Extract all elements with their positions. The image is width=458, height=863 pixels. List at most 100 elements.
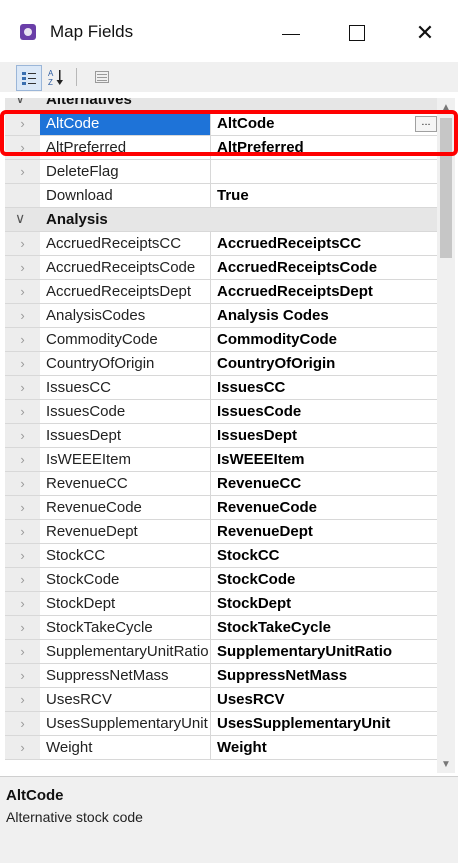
property-row[interactable]: › CommodityCode CommodityCode bbox=[5, 328, 437, 352]
categorized-icon bbox=[22, 72, 36, 85]
property-value[interactable]: SuppressNetMass bbox=[211, 664, 437, 687]
property-row[interactable]: › IsWEEEItem IsWEEEItem bbox=[5, 448, 437, 472]
property-value[interactable]: AltCode ... bbox=[211, 112, 437, 135]
property-value[interactable]: AccruedReceiptsCC bbox=[211, 232, 437, 255]
category-alternatives[interactable]: ∨ Alternatives bbox=[5, 98, 437, 112]
property-row[interactable]: › AccruedReceiptsDept AccruedReceiptsDep… bbox=[5, 280, 437, 304]
property-value[interactable]: AltPreferred bbox=[211, 136, 437, 159]
chevron-right-icon: › bbox=[5, 232, 40, 255]
property-row[interactable]: › StockDept StockDept bbox=[5, 592, 437, 616]
ellipsis-button[interactable]: ... bbox=[415, 116, 437, 132]
property-value[interactable]: AccruedReceiptsDept bbox=[211, 280, 437, 303]
toolbar: A Z bbox=[0, 62, 458, 92]
property-name: StockCode bbox=[40, 568, 211, 591]
chevron-right-icon: › bbox=[5, 616, 40, 639]
property-name: AccruedReceiptsDept bbox=[40, 280, 211, 303]
minimize-button[interactable] bbox=[276, 18, 306, 48]
property-value[interactable]: Analysis Codes bbox=[211, 304, 437, 327]
property-value[interactable]: StockTakeCycle bbox=[211, 616, 437, 639]
property-value[interactable]: RevenueDept bbox=[211, 520, 437, 543]
property-row-altpreferred[interactable]: › AltPreferred AltPreferred bbox=[5, 136, 437, 160]
property-name: AccruedReceiptsCode bbox=[40, 256, 211, 279]
chevron-right-icon: › bbox=[5, 280, 40, 303]
property-value[interactable]: CountryOfOrigin bbox=[211, 352, 437, 375]
property-row[interactable]: › Weight Weight bbox=[5, 736, 437, 760]
property-row[interactable]: › AnalysisCodes Analysis Codes bbox=[5, 304, 437, 328]
property-row-deleteflag[interactable]: › DeleteFlag bbox=[5, 160, 437, 184]
alphabetical-sort-icon: A Z bbox=[48, 69, 63, 86]
vertical-scrollbar[interactable]: ▲ ▼ bbox=[437, 98, 455, 773]
property-value[interactable]: Weight bbox=[211, 736, 437, 759]
property-value-text: AltCode bbox=[217, 115, 275, 132]
property-row[interactable]: › AccruedReceiptsCC AccruedReceiptsCC bbox=[5, 232, 437, 256]
property-pages-icon bbox=[95, 71, 109, 83]
property-value[interactable]: RevenueCode bbox=[211, 496, 437, 519]
property-name: AccruedReceiptsCC bbox=[40, 232, 211, 255]
chevron-right-icon: › bbox=[5, 352, 40, 375]
property-row[interactable]: › RevenueCode RevenueCode bbox=[5, 496, 437, 520]
property-name: AltCode bbox=[40, 112, 211, 135]
property-row[interactable]: › UsesRCV UsesRCV bbox=[5, 688, 437, 712]
property-name: StockTakeCycle bbox=[40, 616, 211, 639]
svg-text:A: A bbox=[48, 69, 54, 78]
property-name: RevenueCC bbox=[40, 472, 211, 495]
property-name: IssuesCode bbox=[40, 400, 211, 423]
categorized-button[interactable] bbox=[16, 65, 42, 91]
maximize-button[interactable] bbox=[342, 18, 372, 48]
property-value[interactable]: RevenueCC bbox=[211, 472, 437, 495]
property-row[interactable]: › IssuesDept IssuesDept bbox=[5, 424, 437, 448]
minimize-icon bbox=[282, 33, 300, 35]
property-pages-button[interactable] bbox=[90, 65, 114, 89]
property-value[interactable]: IssuesDept bbox=[211, 424, 437, 447]
property-value[interactable]: IssuesCC bbox=[211, 376, 437, 399]
window-title: Map Fields bbox=[50, 22, 134, 41]
property-row[interactable]: › AccruedReceiptsCode AccruedReceiptsCod… bbox=[5, 256, 437, 280]
property-value[interactable]: StockCC bbox=[211, 544, 437, 567]
chevron-right-icon: › bbox=[5, 640, 40, 663]
chevron-right-icon: › bbox=[5, 424, 40, 447]
property-value[interactable]: AccruedReceiptsCode bbox=[211, 256, 437, 279]
alphabetical-button[interactable]: A Z bbox=[44, 65, 68, 89]
close-button[interactable]: ✕ bbox=[410, 18, 440, 48]
property-name: UsesSupplementaryUnit bbox=[40, 712, 211, 735]
property-value[interactable]: UsesSupplementaryUnit bbox=[211, 712, 437, 735]
category-label: Analysis bbox=[46, 211, 108, 228]
chevron-right-icon: › bbox=[5, 688, 40, 711]
property-grid[interactable]: ∨ Alternatives › AltCode AltCode ... › A… bbox=[5, 98, 437, 773]
property-row[interactable]: › StockCC StockCC bbox=[5, 544, 437, 568]
property-value[interactable]: StockCode bbox=[211, 568, 437, 591]
property-row[interactable]: › RevenueCC RevenueCC bbox=[5, 472, 437, 496]
property-row[interactable]: › StockCode StockCode bbox=[5, 568, 437, 592]
property-row[interactable]: › UsesSupplementaryUnit UsesSupplementar… bbox=[5, 712, 437, 736]
property-row-download[interactable]: Download True bbox=[5, 184, 437, 208]
row-margin bbox=[5, 184, 40, 207]
app-icon bbox=[20, 24, 36, 40]
title-bar: Map Fields ✕ bbox=[0, 0, 458, 62]
property-row-altcode[interactable]: › AltCode AltCode ... bbox=[5, 112, 437, 136]
property-name: SupplementaryUnitRatio bbox=[40, 640, 211, 663]
property-value[interactable]: IssuesCode bbox=[211, 400, 437, 423]
property-row[interactable]: › SuppressNetMass SuppressNetMass bbox=[5, 664, 437, 688]
property-row[interactable]: › IssuesCC IssuesCC bbox=[5, 376, 437, 400]
close-icon: ✕ bbox=[415, 20, 435, 45]
property-value[interactable]: CommodityCode bbox=[211, 328, 437, 351]
chevron-right-icon: › bbox=[5, 328, 40, 351]
property-value[interactable]: UsesRCV bbox=[211, 688, 437, 711]
scroll-down-icon[interactable]: ▼ bbox=[437, 755, 455, 773]
property-value[interactable]: SupplementaryUnitRatio bbox=[211, 640, 437, 663]
category-analysis[interactable]: ∨ Analysis bbox=[5, 208, 437, 232]
property-name: Weight bbox=[40, 736, 211, 759]
scrollbar-thumb[interactable] bbox=[440, 118, 452, 258]
property-row[interactable]: › CountryOfOrigin CountryOfOrigin bbox=[5, 352, 437, 376]
chevron-down-icon: ∨ bbox=[15, 210, 26, 226]
property-value[interactable] bbox=[211, 160, 437, 183]
property-value[interactable]: IsWEEEItem bbox=[211, 448, 437, 471]
scroll-up-icon[interactable]: ▲ bbox=[437, 98, 455, 116]
property-row[interactable]: › RevenueDept RevenueDept bbox=[5, 520, 437, 544]
property-row[interactable]: › StockTakeCycle StockTakeCycle bbox=[5, 616, 437, 640]
property-value[interactable]: StockDept bbox=[211, 592, 437, 615]
property-row[interactable]: › IssuesCode IssuesCode bbox=[5, 400, 437, 424]
property-value[interactable]: True bbox=[211, 184, 437, 207]
chevron-right-icon: › bbox=[5, 736, 40, 759]
property-row[interactable]: › SupplementaryUnitRatio SupplementaryUn… bbox=[5, 640, 437, 664]
